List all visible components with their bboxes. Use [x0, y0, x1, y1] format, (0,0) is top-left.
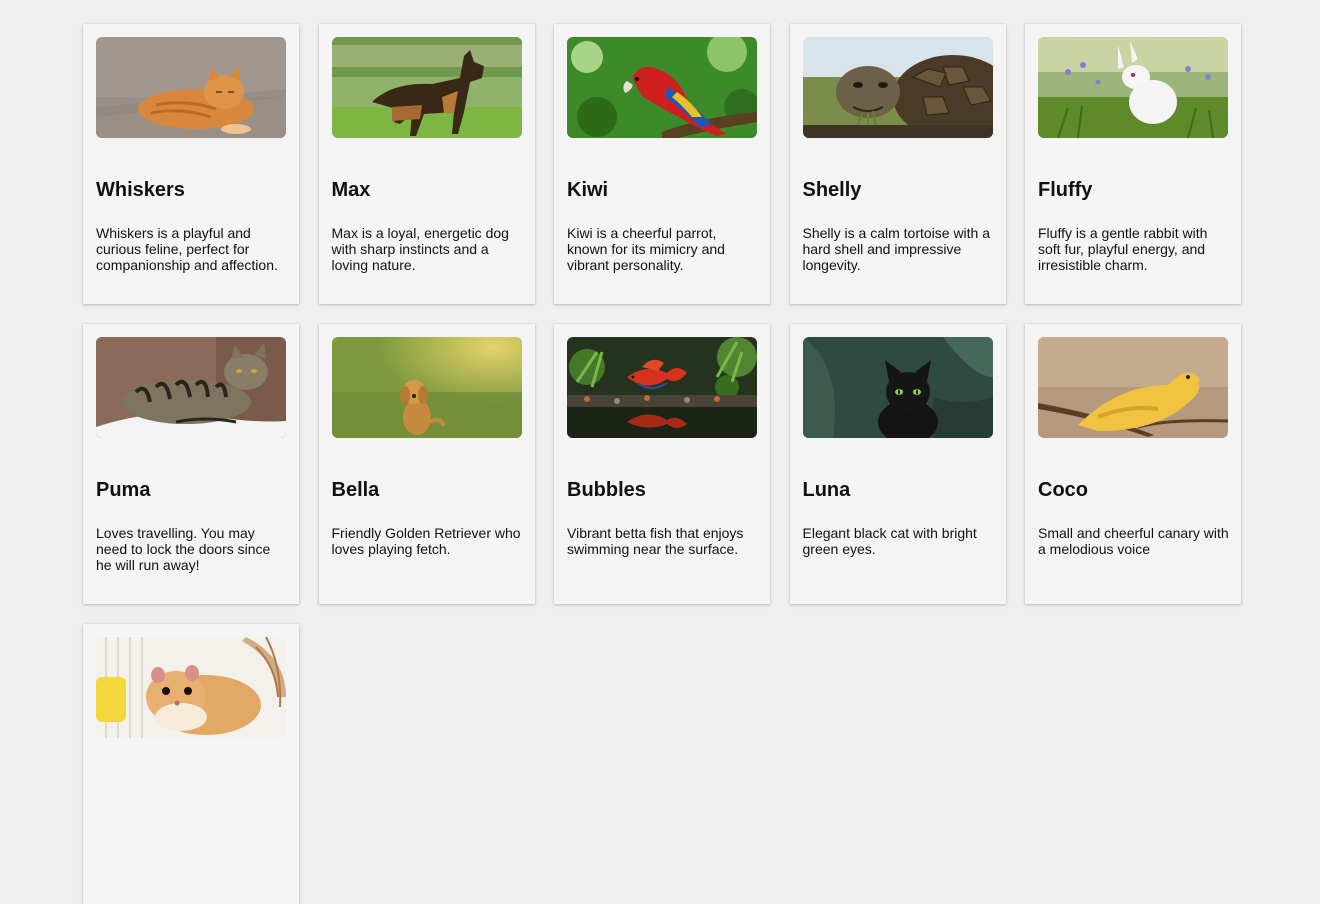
pet-name: Bubbles [567, 479, 646, 501]
orange-tabby-cat-photo [96, 37, 286, 138]
pet-card[interactable]: Fluffy Fluffy is a gentle rabbit with so… [1025, 24, 1241, 304]
scarlet-macaw-parrot-photo [567, 37, 757, 138]
giant-tortoise-photo [802, 37, 993, 138]
pet-description: Whiskers is a playful and curious feline… [96, 225, 278, 273]
pet-description: Max is a loyal, energetic dog with sharp… [331, 225, 509, 273]
pet-name: Shelly [802, 179, 862, 201]
pet-card[interactable]: Luna Elegant black cat with bright green… [789, 324, 1006, 604]
pet-card[interactable]: Bubbles Vibrant betta fish that enjoys s… [554, 324, 770, 604]
pet-name: Puma [96, 479, 151, 501]
pet-card[interactable]: Puma Loves travelling. You may need to l… [83, 324, 299, 604]
striped-tabby-cat-photo [96, 337, 286, 438]
german-shepherd-dog-photo [331, 37, 522, 138]
pet-description: Loves travelling. You may need to lock t… [96, 525, 271, 573]
pet-card[interactable]: Shelly Shelly is a calm tortoise with a … [789, 24, 1006, 304]
pet-card[interactable]: Max Max is a loyal, energetic dog with s… [318, 24, 535, 304]
pet-name: Whiskers [96, 179, 185, 201]
pet-name: Fluffy [1038, 179, 1093, 201]
pet-description: Fluffy is a gentle rabbit with soft fur,… [1038, 225, 1208, 273]
pet-description: Friendly Golden Retriever who loves play… [331, 525, 521, 557]
pet-description: Elegant black cat with bright green eyes… [802, 525, 977, 557]
golden-retriever-puppy-photo [331, 337, 522, 438]
hamster-photo [96, 637, 286, 738]
white-rabbit-photo [1038, 37, 1228, 138]
yellow-canary-photo [1038, 337, 1228, 438]
pet-name: Kiwi [567, 179, 609, 201]
pet-description: Vibrant betta fish that enjoys swimming … [567, 525, 744, 557]
pet-card[interactable]: Kiwi Kiwi is a cheerful parrot, known fo… [554, 24, 770, 304]
black-cat-photo [802, 337, 993, 438]
pet-name: Max [331, 179, 371, 201]
pet-name: Bella [331, 479, 380, 501]
pet-card[interactable]: Whiskers Whiskers is a playful and curio… [83, 24, 299, 304]
pet-name: Coco [1038, 479, 1088, 501]
pet-description: Kiwi is a cheerful parrot, known for its… [567, 225, 725, 273]
pet-card[interactable]: Bella Friendly Golden Retriever who love… [318, 324, 535, 604]
pet-name: Luna [802, 479, 851, 501]
pet-card-grid: Whiskers Whiskers is a playful and curio… [83, 24, 1241, 904]
pet-description: Small and cheerful canary with a melodio… [1038, 525, 1229, 557]
pet-card[interactable] [83, 624, 299, 904]
pet-description: Shelly is a calm tortoise with a hard sh… [802, 225, 991, 273]
red-betta-fish-photo [567, 337, 757, 438]
pet-card[interactable]: Coco Small and cheerful canary with a me… [1025, 324, 1241, 604]
